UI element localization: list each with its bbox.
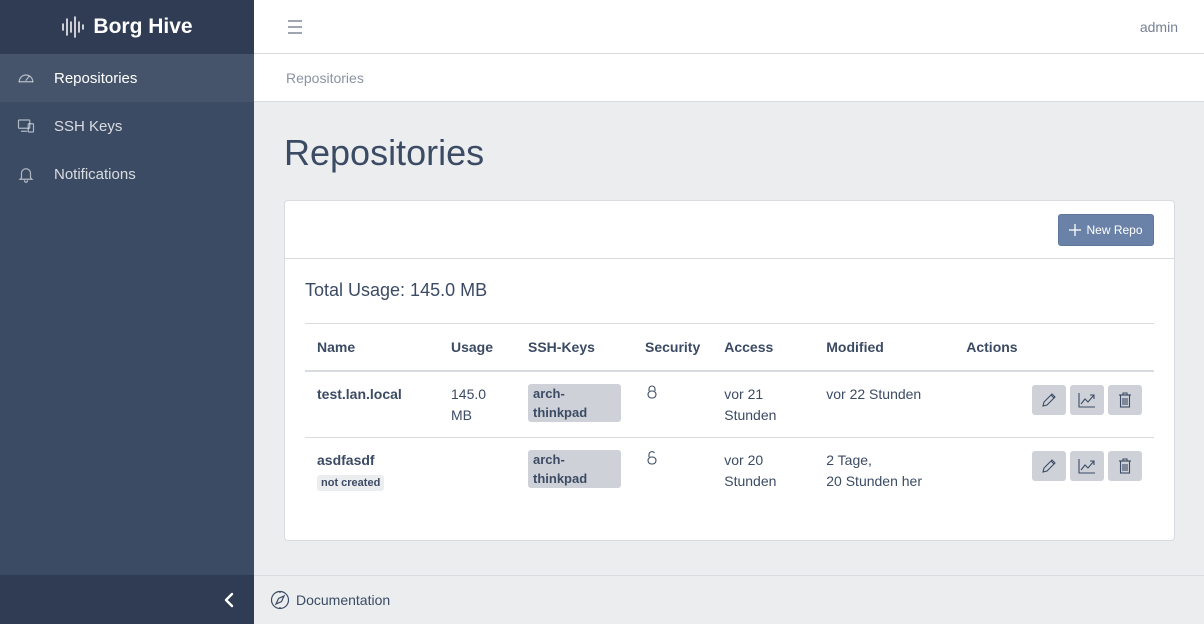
repo-modified: vor 22 Stunden bbox=[826, 385, 922, 402]
page-title: Repositories bbox=[284, 132, 485, 173]
repositories-card: New Repo Total Usage: 145.0 MB Name Usag… bbox=[284, 200, 1175, 541]
column-header-security: Security bbox=[633, 323, 713, 372]
brand-name: Borg Hive bbox=[93, 15, 193, 38]
pencil-icon bbox=[1042, 459, 1056, 473]
new-repo-button[interactable]: New Repo bbox=[1058, 213, 1154, 246]
repo-access-unit: Stunden bbox=[724, 473, 777, 489]
repo-access: vor 21 bbox=[724, 385, 764, 402]
documentation-link[interactable]: Documentation bbox=[254, 575, 1204, 624]
table-row: asdfasdf not created arch-thinkpad vor 2… bbox=[305, 438, 1154, 505]
column-header-actions: Actions bbox=[954, 323, 1154, 372]
repo-usage-value: 145.0 bbox=[451, 385, 487, 402]
repo-modified-detail: 20 Stunden her bbox=[826, 473, 922, 489]
column-header-ssh-keys: SSH-Keys bbox=[516, 323, 633, 372]
chart-line-icon bbox=[1078, 392, 1095, 408]
edit-button[interactable] bbox=[1032, 384, 1066, 415]
stats-button[interactable] bbox=[1070, 384, 1104, 415]
trash-icon bbox=[1119, 458, 1131, 474]
repositories-table: Name Usage SSH-Keys Security Access Modi… bbox=[305, 323, 1154, 505]
sidebar-item-ssh-keys[interactable]: SSH Keys bbox=[0, 102, 254, 150]
stats-button[interactable] bbox=[1070, 451, 1104, 481]
sidebar-item-notifications[interactable]: Notifications bbox=[0, 150, 254, 198]
chart-line-icon bbox=[1078, 459, 1095, 474]
trash-icon bbox=[1119, 391, 1131, 408]
repo-usage-unit: MB bbox=[451, 406, 472, 423]
pencil-icon bbox=[1042, 392, 1056, 407]
ssh-key-badge: arch-thinkpad bbox=[528, 383, 621, 422]
column-header-name: Name bbox=[305, 323, 439, 372]
breadcrumb-item: Repositories bbox=[286, 69, 364, 86]
breadcrumb: Repositories bbox=[254, 54, 1204, 102]
sidebar-minimize-button[interactable] bbox=[0, 575, 254, 624]
hamburger-icon[interactable] bbox=[286, 19, 304, 35]
delete-button[interactable] bbox=[1108, 451, 1142, 481]
column-header-modified: Modified bbox=[814, 323, 955, 372]
repo-access-unit: Stunden bbox=[724, 406, 777, 423]
repo-name[interactable]: asdfasdf bbox=[317, 450, 427, 471]
lock-unlocked-icon bbox=[645, 451, 659, 469]
table-row: test.lan.local 145.0 MB arch-thinkpad vo… bbox=[305, 370, 1154, 438]
repo-modified: 2 Tage, bbox=[826, 452, 872, 468]
repo-access: vor 20 bbox=[724, 452, 764, 468]
sidebar-nav: Repositories SSH Keys Notifications bbox=[0, 54, 254, 575]
compass-icon bbox=[270, 590, 290, 610]
lock-icon bbox=[645, 385, 659, 403]
user-menu[interactable]: admin bbox=[1140, 19, 1178, 35]
new-repo-label: New Repo bbox=[1086, 222, 1143, 237]
sidebar-item-label: SSH Keys bbox=[54, 117, 123, 135]
delete-button[interactable] bbox=[1108, 384, 1142, 415]
column-header-access: Access bbox=[712, 323, 815, 372]
devices-icon bbox=[17, 117, 35, 135]
ssh-key-badge: arch-thinkpad bbox=[528, 450, 621, 488]
plus-icon bbox=[1069, 223, 1082, 236]
sound-wave-icon bbox=[62, 16, 85, 38]
chevron-left-icon bbox=[224, 592, 234, 607]
sidebar-item-repositories[interactable]: Repositories bbox=[0, 54, 254, 102]
header: admin bbox=[254, 0, 1204, 54]
card-header: New Repo bbox=[285, 201, 1174, 259]
total-usage: Total Usage: 145.0 MB bbox=[305, 280, 488, 300]
table-header-row: Name Usage SSH-Keys Security Access Modi… bbox=[305, 323, 1154, 372]
brand[interactable]: Borg Hive bbox=[0, 0, 254, 54]
sidebar: Borg Hive Repositories SSH Keys Notifica… bbox=[0, 0, 254, 624]
speedometer-icon bbox=[17, 69, 35, 87]
column-header-usage: Usage bbox=[439, 323, 516, 372]
repo-name[interactable]: test.lan.local bbox=[317, 384, 427, 405]
edit-button[interactable] bbox=[1032, 451, 1066, 481]
sidebar-item-label: Repositories bbox=[54, 69, 138, 87]
bell-icon bbox=[17, 165, 35, 183]
documentation-label: Documentation bbox=[296, 592, 391, 608]
status-badge: not created bbox=[317, 475, 385, 491]
sidebar-item-label: Notifications bbox=[54, 165, 136, 183]
